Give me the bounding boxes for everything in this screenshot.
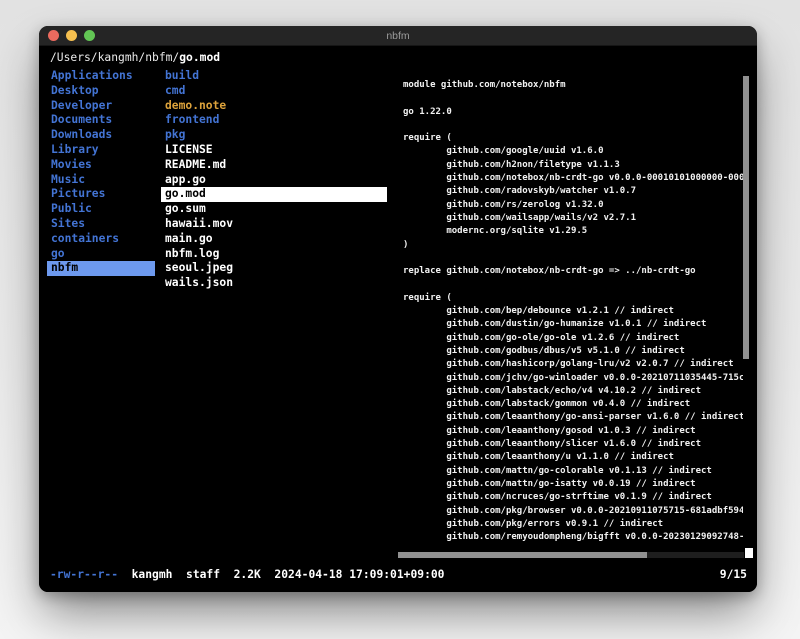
preview-vertical-scrollbar[interactable] [743, 76, 749, 359]
preview-code-line: github.com/mattn/go-colorable v0.1.13 //… [403, 465, 743, 478]
file-list-item[interactable]: frontend [161, 113, 387, 128]
zoom-button[interactable] [84, 30, 95, 41]
preview-code-line: github.com/go-ole/go-ole v1.2.6 // indir… [403, 332, 743, 345]
parent-directory-item[interactable]: Movies [47, 158, 155, 173]
preview-code-line: github.com/labstack/echo/v4 v4.10.2 // i… [403, 385, 743, 398]
preview-code-line: github.com/radovskyb/watcher v1.0.7 [403, 185, 743, 198]
preview-code-line [403, 278, 743, 291]
parent-directory-list: ApplicationsDesktopDeveloperDocumentsDow… [47, 69, 155, 276]
preview-code-line: require ( [403, 132, 743, 145]
preview-code-line: github.com/pkg/errors v0.9.1 // indirect [403, 518, 743, 531]
file-list-item[interactable]: hawaii.mov [161, 217, 387, 232]
parent-directory-item[interactable]: Developer [47, 99, 155, 114]
parent-directory-item[interactable]: nbfm [47, 261, 155, 276]
preview-code-line: replace github.com/notebox/nb-crdt-go =>… [403, 265, 743, 278]
file-list-item[interactable]: go.sum [161, 202, 387, 217]
preview-code-line [403, 119, 743, 132]
file-permissions: -rw-r--r-- [50, 568, 118, 581]
status-bar: -rw-r--r-- kangmh staff 2.2K 2024-04-18 1… [50, 568, 747, 581]
preview-code-line: github.com/google/uuid v1.6.0 [403, 145, 743, 158]
file-meta-info: kangmh staff 2.2K 2024-04-18 17:09:01+09… [132, 568, 445, 581]
preview-code-line: github.com/godbus/dbus/v5 v5.1.0 // indi… [403, 345, 743, 358]
parent-directory-item[interactable]: Desktop [47, 84, 155, 99]
file-list-item[interactable]: wails.json [161, 276, 387, 291]
parent-directory-item[interactable]: Downloads [47, 128, 155, 143]
preview-code-line: github.com/h2non/filetype v1.1.3 [403, 159, 743, 172]
file-list-item[interactable]: nbfm.log [161, 247, 387, 262]
preview-code-line: module github.com/notebox/nbfm [403, 79, 743, 92]
preview-code-line: github.com/remyoudompheng/bigfft v0.0.0-… [403, 531, 743, 544]
file-list-item[interactable]: LICENSE [161, 143, 387, 158]
preview-code-line: github.com/ncruces/go-strftime v0.1.9 //… [403, 491, 743, 504]
file-list: buildcmddemo.notefrontendpkgLICENSEREADM… [161, 69, 387, 291]
preview-code-line: github.com/hashicorp/golang-lru/v2 v2.0.… [403, 358, 743, 371]
preview-horizontal-scrollbar-thumb[interactable] [398, 552, 647, 558]
preview-code-line: github.com/leaanthony/go-ansi-parser v1.… [403, 411, 743, 424]
preview-code-line: github.com/labstack/gommon v0.4.0 // ind… [403, 398, 743, 411]
file-list-item[interactable]: seoul.jpeg [161, 261, 387, 276]
window-title: nbfm [386, 30, 409, 42]
preview-code-line: github.com/pkg/browser v0.0.0-2021091107… [403, 505, 743, 518]
preview-code-line: github.com/rs/zerolog v1.32.0 [403, 199, 743, 212]
parent-directory-item[interactable]: Public [47, 202, 155, 217]
parent-directory-item[interactable]: Music [47, 173, 155, 188]
traffic-lights [48, 26, 95, 45]
preview-code-line: github.com/leaanthony/u v1.1.0 // indire… [403, 451, 743, 464]
parent-directory-item[interactable]: containers [47, 232, 155, 247]
breadcrumb: /Users/kangmh/nbfm/go.mod [50, 51, 220, 64]
status-left: -rw-r--r-- kangmh staff 2.2K 2024-04-18 1… [50, 568, 444, 581]
current-file-name: go.mod [179, 51, 220, 64]
preview-code-line: github.com/bep/debounce v1.2.1 // indire… [403, 305, 743, 318]
preview-code-line: go 1.22.0 [403, 106, 743, 119]
window-titlebar[interactable]: nbfm [39, 26, 757, 46]
preview-code-line [403, 252, 743, 265]
file-list-item[interactable]: pkg [161, 128, 387, 143]
preview-horizontal-scrollbar-track[interactable] [398, 552, 744, 558]
preview-code-line: github.com/mattn/go-isatty v0.0.19 // in… [403, 478, 743, 491]
preview-code-line: ) [403, 239, 743, 252]
preview-code-line: modernc.org/sqlite v1.29.5 [403, 225, 743, 238]
file-position-indicator: 9/15 [720, 568, 747, 581]
parent-directory-item[interactable]: Documents [47, 113, 155, 128]
file-list-item[interactable]: main.go [161, 232, 387, 247]
terminal-window: nbfm /Users/kangmh/nbfm/go.mod Applicati… [39, 26, 757, 592]
parent-directory-item[interactable]: Library [47, 143, 155, 158]
preview-code-line: github.com/notebox/nb-crdt-go v0.0.0-000… [403, 172, 743, 185]
parent-directory-item[interactable]: go [47, 247, 155, 262]
current-directory-path: /Users/kangmh/nbfm/ [50, 51, 179, 64]
file-list-item[interactable]: go.mod [161, 187, 387, 202]
minimize-button[interactable] [66, 30, 77, 41]
file-list-item[interactable]: README.md [161, 158, 387, 173]
file-list-item[interactable]: cmd [161, 84, 387, 99]
terminal-content: /Users/kangmh/nbfm/go.mod ApplicationsDe… [39, 46, 757, 592]
parent-directory-item[interactable]: Sites [47, 217, 155, 232]
preview-code-line: github.com/leaanthony/gosod v1.0.3 // in… [403, 425, 743, 438]
file-preview-pane[interactable]: module github.com/notebox/nbfm go 1.22.0 r… [403, 79, 743, 557]
parent-directory-item[interactable]: Pictures [47, 187, 155, 202]
preview-code-line: github.com/leaanthony/slicer v1.6.0 // i… [403, 438, 743, 451]
terminal-cursor [745, 548, 753, 558]
preview-code-line [403, 92, 743, 105]
preview-code-line: github.com/dustin/go-humanize v1.0.1 // … [403, 318, 743, 331]
file-list-item[interactable]: app.go [161, 173, 387, 188]
file-list-item[interactable]: demo.note [161, 99, 387, 114]
preview-code-line: require ( [403, 292, 743, 305]
file-list-item[interactable]: build [161, 69, 387, 84]
preview-code-line: github.com/jchv/go-winloader v0.0.0-2021… [403, 372, 743, 385]
close-button[interactable] [48, 30, 59, 41]
preview-code-line: github.com/wailsapp/wails/v2 v2.7.1 [403, 212, 743, 225]
parent-directory-item[interactable]: Applications [47, 69, 155, 84]
